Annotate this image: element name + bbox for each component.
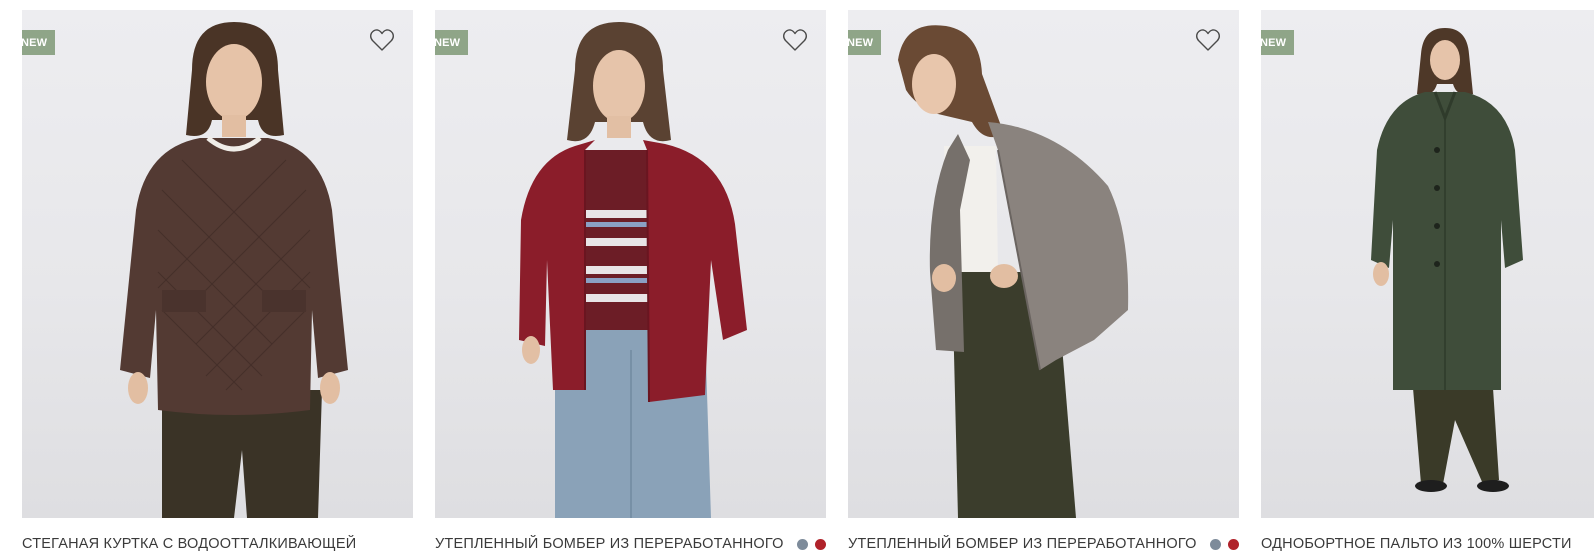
heart-outline-icon[interactable] — [369, 28, 395, 52]
product-info: СТЕГАНАЯ КУРТКА С ВОДООТТАЛКИВАЮЩЕЙ — [22, 535, 413, 557]
product-card[interactable]: NEW СТЕГАНАЯ КУРТКА С ВОДООТТАЛКИВАЮЩЕЙ — [22, 10, 413, 557]
heart-outline-icon[interactable] — [782, 28, 808, 52]
model-gray-bomber-image — [898, 25, 1129, 518]
product-photo[interactable]: NEW — [22, 10, 413, 518]
color-swatch-red[interactable] — [1228, 539, 1239, 550]
product-photo[interactable]: NEW — [1261, 10, 1594, 518]
product-title[interactable]: СТЕГАНАЯ КУРТКА С ВОДООТТАЛКИВАЮЩЕЙ — [22, 535, 413, 553]
product-card[interactable]: NEW УТЕПЛЕННЫЙ БОМБЕР ИЗ ПЕРЕРАБОТАННОГО — [435, 10, 826, 557]
new-badge: NEW — [435, 30, 469, 55]
product-info: УТЕПЛЕННЫЙ БОМБЕР ИЗ ПЕРЕРАБОТАННОГО — [435, 535, 826, 557]
product-title[interactable]: УТЕПЛЕННЫЙ БОМБЕР ИЗ ПЕРЕРАБОТАННОГО — [848, 535, 1239, 553]
color-swatches — [1210, 539, 1239, 550]
color-swatches — [797, 539, 826, 550]
model-green-wool-coat-image — [1371, 28, 1523, 492]
model-burgundy-bomber-image — [519, 22, 747, 518]
product-title[interactable]: УТЕПЛЕННЫЙ БОМБЕР ИЗ ПЕРЕРАБОТАННОГО — [435, 535, 826, 553]
color-swatch-blue-gray[interactable] — [797, 539, 808, 550]
product-title[interactable]: ОДНОБОРТНОЕ ПАЛЬТО ИЗ 100% ШЕРСТИ — [1261, 535, 1594, 553]
model-brown-quilted-jacket-image — [120, 22, 348, 518]
heart-outline-icon[interactable] — [1195, 28, 1221, 52]
product-info: ОДНОБОРТНОЕ ПАЛЬТО ИЗ 100% ШЕРСТИ — [1261, 535, 1594, 557]
new-badge: NEW — [22, 30, 56, 55]
product-grid: NEW СТЕГАНАЯ КУРТКА С ВОДООТТАЛКИВАЮЩЕЙ — [0, 0, 1594, 557]
product-card[interactable]: NEW УТЕПЛЕННЫЙ БОМБЕР ИЗ ПЕРЕРАБОТАННОГО — [848, 10, 1239, 557]
color-swatch-blue-gray[interactable] — [1210, 539, 1221, 550]
product-photo[interactable]: NEW — [848, 10, 1239, 518]
product-photo[interactable]: NEW — [435, 10, 826, 518]
new-badge: NEW — [848, 30, 882, 55]
product-card[interactable]: NEW ОДНОБОРТНОЕ ПАЛЬТО ИЗ 100% ШЕРСТИ — [1261, 10, 1594, 557]
new-badge: NEW — [1261, 30, 1295, 55]
product-info: УТЕПЛЕННЫЙ БОМБЕР ИЗ ПЕРЕРАБОТАННОГО — [848, 535, 1239, 557]
color-swatch-red[interactable] — [815, 539, 826, 550]
